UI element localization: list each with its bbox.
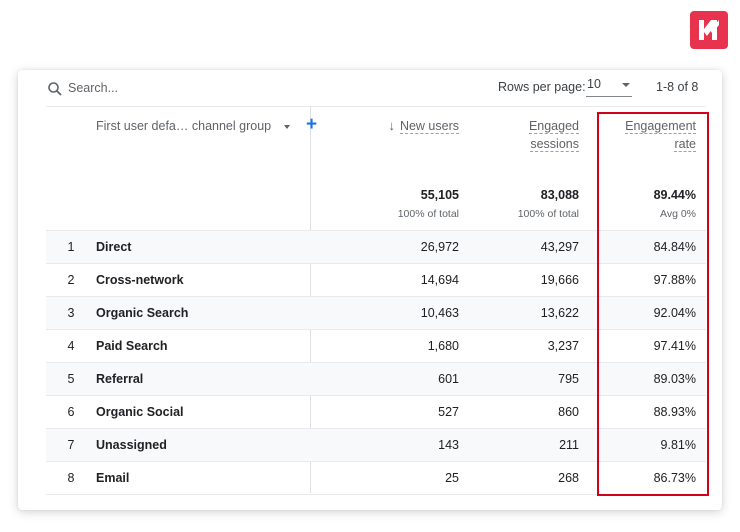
dimension-selector[interactable]: First user defa… channel group bbox=[96, 119, 271, 133]
row-index: 5 bbox=[67, 372, 75, 386]
km-logo-icon bbox=[690, 11, 728, 49]
row-index: 1 bbox=[67, 240, 75, 254]
channel-name: Paid Search bbox=[96, 339, 168, 353]
channel-name: Direct bbox=[96, 240, 132, 254]
table-row[interactable]: 5 Referral 601 795 89.03% bbox=[46, 363, 706, 396]
cell-engagement-rate: 97.88% bbox=[653, 273, 696, 287]
pagination-range: 1-8 of 8 bbox=[656, 80, 699, 94]
channel-name: Organic Social bbox=[96, 405, 184, 419]
dimension-dropdown-icon[interactable] bbox=[284, 125, 290, 129]
total-new-users-sub: 100% of total bbox=[397, 208, 459, 220]
channel-name: Cross-network bbox=[96, 273, 184, 287]
column-header-new-users[interactable]: ↓ New users bbox=[388, 117, 459, 135]
data-table: First user defa… channel group + ↓ New us… bbox=[46, 106, 706, 495]
column-header-engagement-rate[interactable]: Engagement rate bbox=[625, 117, 696, 153]
cell-engagement-rate: 86.73% bbox=[653, 471, 696, 485]
column-header-engaged-sessions[interactable]: Engaged sessions bbox=[528, 117, 579, 153]
search-icon bbox=[48, 82, 62, 96]
row-index: 3 bbox=[67, 306, 75, 320]
cell-new-users: 14,694 bbox=[420, 273, 459, 287]
table-row[interactable]: 3 Organic Search 10,463 13,622 92.04% bbox=[46, 297, 706, 330]
cell-engaged-sessions: 268 bbox=[558, 471, 579, 485]
cell-engagement-rate: 97.41% bbox=[653, 339, 696, 353]
channel-name: Unassigned bbox=[96, 438, 167, 452]
row-index: 7 bbox=[67, 438, 75, 452]
cell-new-users: 1,680 bbox=[427, 339, 459, 353]
cell-engaged-sessions: 19,666 bbox=[540, 273, 579, 287]
table-row[interactable]: 7 Unassigned 143 211 9.81% bbox=[46, 429, 706, 462]
total-engagement-rate-sub: Avg 0% bbox=[660, 208, 696, 220]
dropdown-caret-icon bbox=[622, 83, 630, 87]
cell-engaged-sessions: 795 bbox=[558, 372, 579, 386]
total-new-users: 55,105 bbox=[420, 188, 459, 202]
cell-engagement-rate: 9.81% bbox=[660, 438, 696, 452]
cell-engagement-rate: 89.03% bbox=[653, 372, 696, 386]
total-engaged-sessions-sub: 100% of total bbox=[517, 208, 579, 220]
cell-new-users: 26,972 bbox=[420, 240, 459, 254]
table-row[interactable]: 1 Direct 26,972 43,297 84.84% bbox=[46, 231, 706, 264]
search-input[interactable] bbox=[68, 79, 268, 97]
cell-engagement-rate: 88.93% bbox=[653, 405, 696, 419]
row-index: 2 bbox=[67, 273, 75, 287]
rows-per-page-select[interactable]: 10 bbox=[586, 76, 632, 97]
cell-new-users: 527 bbox=[438, 405, 459, 419]
cell-new-users: 10,463 bbox=[420, 306, 459, 320]
total-engagement-rate: 89.44% bbox=[653, 188, 696, 202]
table-row[interactable]: 2 Cross-network 14,694 19,666 97.88% bbox=[46, 264, 706, 297]
table-toolbar: Rows per page: 10 1-8 of 8 bbox=[46, 70, 706, 107]
cell-engaged-sessions: 211 bbox=[559, 438, 579, 452]
report-table-card: Rows per page: 10 1-8 of 8 First user de… bbox=[18, 70, 722, 510]
row-index: 6 bbox=[67, 405, 75, 419]
total-engaged-sessions: 83,088 bbox=[540, 188, 579, 202]
sort-descending-arrow-icon: ↓ bbox=[388, 118, 395, 133]
cell-new-users: 601 bbox=[438, 372, 459, 386]
table-header: First user defa… channel group + ↓ New us… bbox=[46, 106, 706, 231]
channel-name: Email bbox=[96, 471, 130, 485]
cell-new-users: 25 bbox=[445, 471, 459, 485]
cell-engaged-sessions: 43,297 bbox=[540, 240, 579, 254]
row-index: 8 bbox=[67, 471, 75, 485]
cell-engaged-sessions: 3,237 bbox=[547, 339, 579, 353]
cell-new-users: 143 bbox=[438, 438, 459, 452]
table-row[interactable]: 4 Paid Search 1,680 3,237 97.41% bbox=[46, 330, 706, 363]
table-row[interactable]: 6 Organic Social 527 860 88.93% bbox=[46, 396, 706, 429]
channel-name: Organic Search bbox=[96, 306, 189, 320]
rows-per-page-value: 10 bbox=[587, 77, 601, 91]
cell-engagement-rate: 84.84% bbox=[653, 240, 696, 254]
table-row[interactable]: 8 Email 25 268 86.73% bbox=[46, 462, 706, 495]
cell-engaged-sessions: 860 bbox=[558, 405, 579, 419]
add-dimension-plus-icon[interactable]: + bbox=[306, 115, 317, 135]
rows-per-page-label: Rows per page: bbox=[498, 80, 586, 94]
cell-engagement-rate: 92.04% bbox=[653, 306, 696, 320]
row-index: 4 bbox=[67, 339, 75, 353]
cell-engaged-sessions: 13,622 bbox=[540, 306, 579, 320]
channel-name: Referral bbox=[96, 372, 144, 386]
